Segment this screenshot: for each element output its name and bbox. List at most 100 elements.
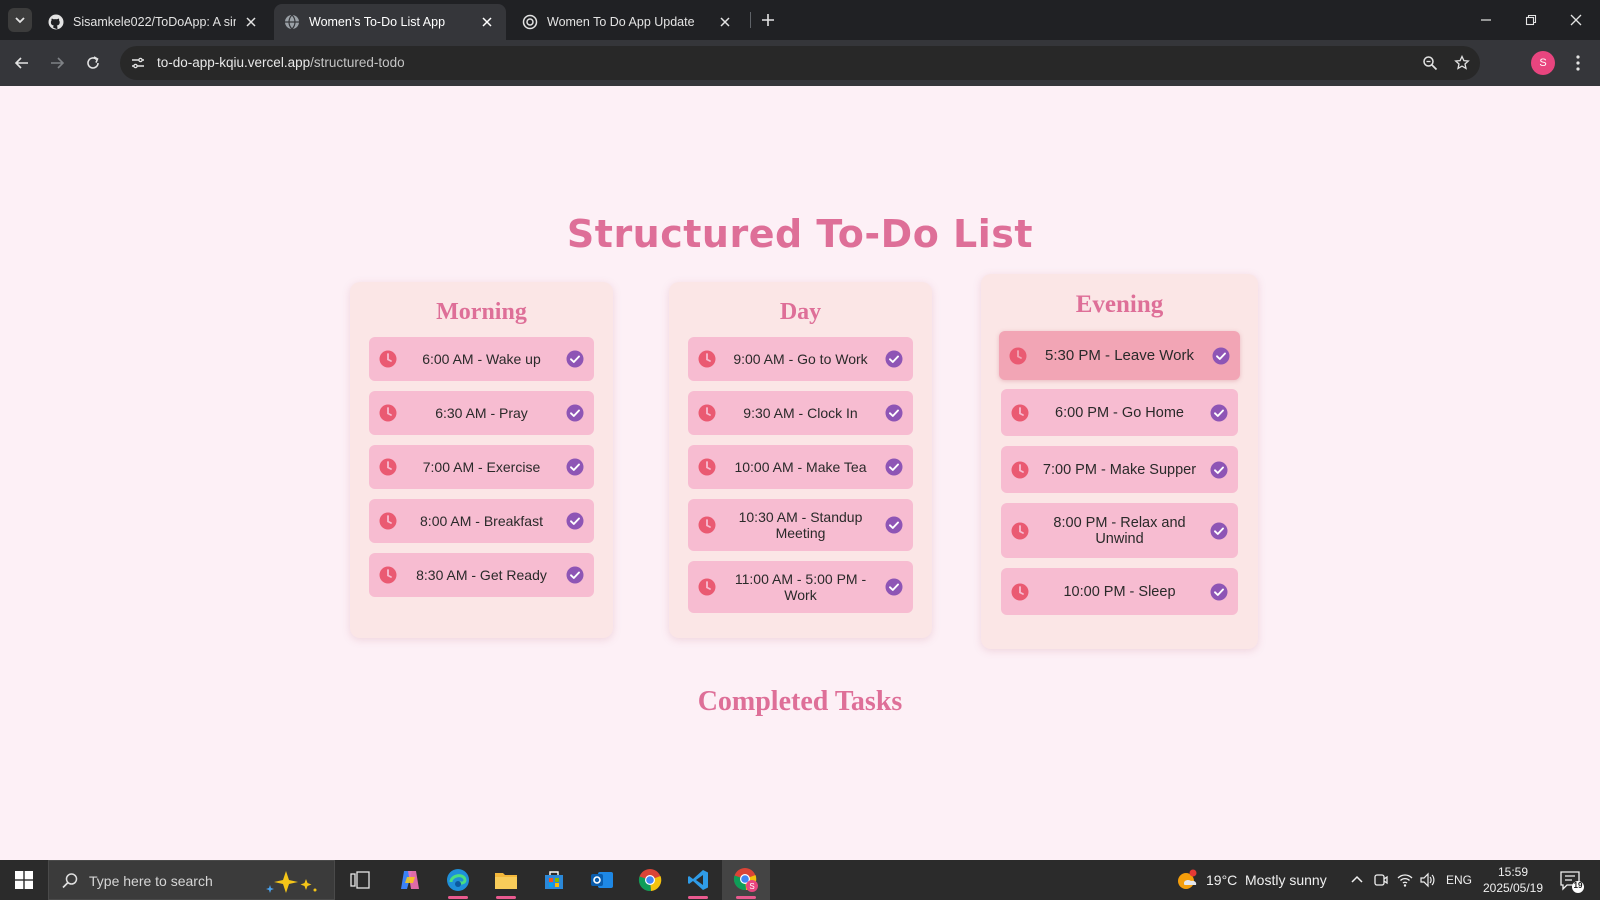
- check-circle-icon[interactable]: [1210, 522, 1228, 540]
- tab-women-update[interactable]: Women To Do App Update: [512, 4, 744, 40]
- task-label: 11:00 AM - 5:00 PM - Work: [734, 571, 867, 603]
- edge-app[interactable]: [434, 860, 482, 900]
- check-circle-icon[interactable]: [566, 512, 584, 530]
- task-item[interactable]: 10:30 AM - Standup Meeting: [688, 499, 913, 551]
- wifi-icon[interactable]: [1396, 871, 1414, 889]
- task-item[interactable]: 9:00 AM - Go to Work: [688, 337, 913, 381]
- browser-toolbar: to-do-app-kqiu.vercel.app/structured-tod…: [0, 40, 1600, 86]
- check-circle-icon[interactable]: [566, 458, 584, 476]
- task-label: 9:00 AM - Go to Work: [733, 351, 868, 367]
- reload-button[interactable]: [83, 53, 103, 73]
- task-item[interactable]: 7:00 PM - Make Supper: [1001, 446, 1238, 493]
- check-circle-icon[interactable]: [1210, 583, 1228, 601]
- chrome-profile-app[interactable]: S: [722, 860, 770, 900]
- site-info-icon[interactable]: [128, 53, 148, 73]
- clock-icon: [698, 516, 716, 534]
- copilot-icon: [401, 871, 419, 889]
- clock-icon: [1011, 404, 1029, 421]
- reload-icon: [87, 56, 99, 69]
- system-clock[interactable]: 15:59 2025/05/19: [1478, 864, 1548, 896]
- notification-center-button[interactable]: 19: [1558, 868, 1584, 894]
- bookmark-star-icon[interactable]: [1452, 53, 1472, 73]
- svg-text:S: S: [749, 882, 754, 891]
- check-circle-icon[interactable]: [885, 578, 903, 596]
- forward-button[interactable]: [47, 53, 67, 73]
- language-indicator[interactable]: ENG: [1446, 860, 1472, 900]
- weather-temp[interactable]: 19°C: [1206, 860, 1237, 900]
- profile-avatar[interactable]: S: [1531, 51, 1555, 75]
- column-title: Day: [779, 299, 822, 325]
- close-tab-icon[interactable]: [242, 13, 260, 31]
- more-menu-icon[interactable]: [1568, 53, 1588, 73]
- store-icon: [545, 871, 563, 889]
- address-bar[interactable]: to-do-app-kqiu.vercel.app/structured-tod…: [120, 46, 1480, 80]
- meet-now-icon[interactable]: [1372, 871, 1390, 889]
- clock-icon: [698, 578, 716, 596]
- vscode-app[interactable]: [674, 860, 722, 900]
- check-circle-icon[interactable]: [885, 458, 903, 476]
- weather-icon[interactable]: [1176, 869, 1198, 891]
- task-item[interactable]: 10:00 PM - Sleep: [1001, 568, 1238, 615]
- task-item[interactable]: 6:00 PM - Go Home: [1001, 389, 1238, 436]
- page-title: Structured To-Do List: [566, 212, 1034, 256]
- restore-button[interactable]: [1521, 10, 1541, 30]
- task-item[interactable]: 11:00 AM - 5:00 PM - Work: [688, 561, 913, 613]
- back-button[interactable]: [12, 53, 32, 73]
- check-circle-icon[interactable]: [1210, 404, 1228, 422]
- task-label: 8:00 PM - Relax and Unwind: [1053, 514, 1186, 547]
- check-circle-icon[interactable]: [885, 404, 903, 422]
- chrome-app[interactable]: [626, 860, 674, 900]
- task-label: 10:00 PM - Sleep: [1063, 583, 1176, 600]
- task-view-button[interactable]: [336, 860, 384, 900]
- close-icon: [1570, 14, 1582, 26]
- tab-title: Women To Do App Update: [547, 15, 695, 29]
- task-item[interactable]: 6:00 AM - Wake up: [369, 337, 594, 381]
- task-item[interactable]: 7:00 AM - Exercise: [369, 445, 594, 489]
- chrome-profile-icon: S: [733, 868, 758, 892]
- clock-icon: [698, 404, 716, 422]
- zoom-icon[interactable]: [1420, 53, 1440, 73]
- check-circle-icon[interactable]: [885, 516, 903, 534]
- tab-github[interactable]: Sisamkele022/ToDoApp: A simp: [38, 4, 270, 40]
- task-item[interactable]: 9:30 AM - Clock In: [688, 391, 913, 435]
- task-item[interactable]: 8:00 AM - Breakfast: [369, 499, 594, 543]
- close-window-button[interactable]: [1566, 10, 1586, 30]
- start-button[interactable]: [0, 860, 48, 900]
- volume-icon[interactable]: [1418, 871, 1436, 889]
- clock-icon: [698, 350, 716, 368]
- task-item[interactable]: 5:30 PM - Leave Work: [999, 331, 1240, 380]
- task-label: 9:30 AM - Clock In: [743, 405, 858, 421]
- clock-icon: [379, 350, 397, 368]
- tab-womens-todo[interactable]: Women's To-Do List App: [274, 4, 506, 40]
- store-app[interactable]: [530, 860, 578, 900]
- task-item[interactable]: 8:00 PM - Relax and Unwind: [1001, 503, 1238, 558]
- taskbar-search-input[interactable]: Type here to search: [48, 860, 335, 900]
- restore-icon: [1525, 14, 1537, 26]
- search-icon: [62, 873, 78, 889]
- task-item[interactable]: 8:30 AM - Get Ready: [369, 553, 594, 597]
- file-explorer-app[interactable]: [482, 860, 530, 900]
- check-circle-icon[interactable]: [885, 350, 903, 368]
- clock-icon: [1011, 461, 1029, 478]
- check-circle-icon[interactable]: [566, 350, 584, 368]
- check-circle-icon[interactable]: [1212, 347, 1230, 365]
- url-text: to-do-app-kqiu.vercel.app/structured-tod…: [157, 55, 405, 70]
- close-tab-icon[interactable]: [716, 13, 734, 31]
- windows-icon: [15, 871, 33, 889]
- check-circle-icon[interactable]: [566, 404, 584, 422]
- new-tab-button[interactable]: [758, 10, 778, 30]
- check-circle-icon[interactable]: [566, 566, 584, 584]
- notification-count: 19: [1573, 881, 1583, 890]
- task-item[interactable]: 10:00 AM - Make Tea: [688, 445, 913, 489]
- copilot-app[interactable]: [386, 860, 434, 900]
- chevron-up-icon[interactable]: [1348, 871, 1366, 889]
- tab-title: Sisamkele022/ToDoApp: A simp: [73, 15, 236, 29]
- task-item[interactable]: 6:30 AM - Pray: [369, 391, 594, 435]
- outlook-app[interactable]: [578, 860, 626, 900]
- check-circle-icon[interactable]: [1210, 461, 1228, 479]
- tab-search-button[interactable]: [8, 8, 32, 32]
- close-tab-icon[interactable]: [478, 13, 496, 31]
- weather-text[interactable]: Mostly sunny: [1245, 860, 1327, 900]
- minimize-button[interactable]: [1476, 10, 1496, 30]
- os-taskbar: Type here to search S 19°C Mostly sunny: [0, 860, 1600, 900]
